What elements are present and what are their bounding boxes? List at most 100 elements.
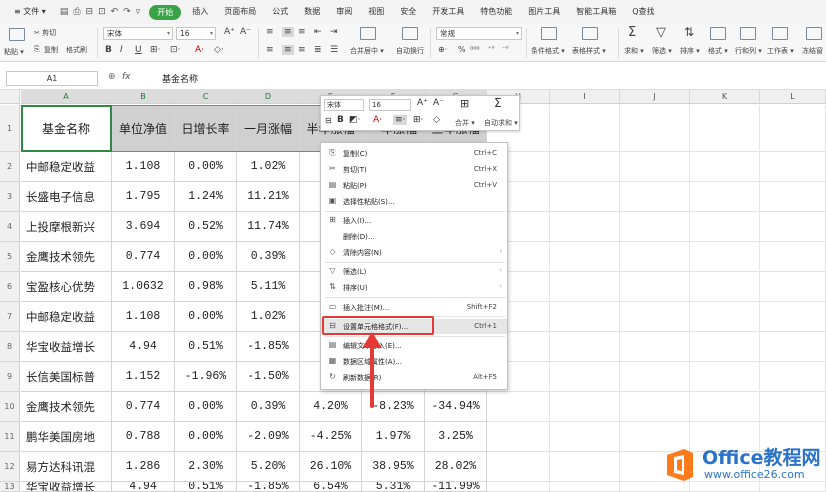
fund-name-cell[interactable]: 长盛电子信息 (21, 182, 112, 212)
table-cell[interactable]: -34.94% (425, 392, 487, 422)
empty-cell[interactable] (760, 182, 826, 212)
align-top-icon[interactable]: ≡ (266, 27, 274, 37)
table-style-button[interactable]: 表格样式 ▾ (572, 46, 606, 56)
header-cell[interactable]: 单位净值 (112, 105, 175, 152)
empty-cell[interactable] (487, 482, 550, 492)
column-header-j[interactable]: J (620, 90, 690, 104)
table-cell[interactable]: 1.152 (112, 362, 175, 392)
table-cell[interactable]: -1.85% (237, 332, 300, 362)
empty-cell[interactable] (620, 152, 690, 182)
empty-cell[interactable] (690, 332, 760, 362)
undo-icon[interactable]: ↶ (111, 7, 119, 17)
fund-name-cell[interactable]: 长信美国标普 (21, 362, 112, 392)
column-header-b[interactable]: B (112, 90, 175, 104)
mini-autosum-button[interactable]: 自动求和 ▾ (484, 118, 518, 128)
zoom-icon[interactable]: ⊕ (108, 72, 116, 82)
tab-developer[interactable]: 开发工具 (424, 0, 472, 24)
filter-icon[interactable]: ▽ (656, 25, 666, 40)
mini-merge-button[interactable]: 合并 ▾ (455, 118, 475, 128)
tab-security[interactable]: 安全 (392, 0, 424, 24)
align-middle-icon[interactable]: ≡ (282, 27, 294, 37)
name-box[interactable]: A1 (6, 71, 98, 86)
fund-name-cell[interactable]: 金鹰技术领先 (21, 242, 112, 272)
mini-border-icon[interactable]: ⊞· (413, 115, 423, 125)
context-menu-item-data-range[interactable]: ▦ 数据区域属性(A)... (321, 354, 507, 369)
comma-icon[interactable]: ⁰⁰⁰ (470, 45, 480, 54)
paste-button[interactable]: 粘贴 ▾ (4, 47, 24, 57)
row-header-5[interactable]: 5 (0, 242, 20, 272)
mini-font-size-select[interactable]: 16 (369, 99, 411, 111)
empty-cell[interactable] (487, 392, 550, 422)
context-menu-item-format-cells[interactable]: ⊟ 设置单元格格式(F)... Ctrl+1 (321, 319, 507, 334)
empty-cell[interactable] (620, 272, 690, 302)
mini-merge-icon[interactable]: ⊞ (460, 97, 469, 110)
table-cell[interactable]: 3.694 (112, 212, 175, 242)
row-header-8[interactable]: 8 (0, 332, 20, 362)
tab-home[interactable]: 开始 (149, 4, 182, 20)
empty-cell[interactable] (760, 272, 826, 302)
context-menu-item-clear[interactable]: ◇ 清除内容(N) › (321, 245, 507, 260)
column-header-l[interactable]: L (760, 90, 826, 104)
fund-name-cell[interactable]: 华宝收益增长 (21, 332, 112, 362)
fund-name-cell[interactable]: 鹏华美国房地 (21, 422, 112, 452)
indent-icon[interactable]: ⇤ (314, 27, 322, 37)
table-cell[interactable]: 0.98% (175, 272, 237, 302)
header-cell[interactable]: 一月涨幅 (237, 105, 300, 152)
row-header-6[interactable]: 6 (0, 272, 20, 302)
context-menu-item-paste-special[interactable]: ▣ 选择性粘贴(S)... (321, 194, 507, 209)
freeze-panes-button[interactable]: 冻结窗 (802, 46, 823, 56)
fund-name-cell[interactable]: 易方达科讯混 (21, 452, 112, 482)
table-cell[interactable]: 5.11% (237, 272, 300, 302)
freeze-panes-icon[interactable] (806, 27, 822, 40)
mini-font-name-select[interactable]: 宋体 (324, 99, 364, 111)
empty-cell[interactable] (550, 422, 620, 452)
empty-cell[interactable] (690, 272, 760, 302)
mini-font-color-icon[interactable]: A· (373, 115, 382, 125)
paste-icon[interactable] (9, 28, 25, 41)
save-icon[interactable]: ▤ (60, 7, 69, 17)
merge-center-button[interactable]: 合并居中 ▾ (350, 46, 384, 56)
empty-cell[interactable] (760, 242, 826, 272)
tab-view[interactable]: 视图 (360, 0, 392, 24)
table-cell[interactable]: 5.31% (362, 482, 425, 492)
cut-button[interactable]: ✂ 剪切 (34, 28, 56, 38)
align-bottom-icon[interactable]: ≡ (298, 27, 306, 37)
column-header-a[interactable]: A (21, 90, 112, 104)
mini-align-center-icon[interactable]: ≡· (393, 115, 408, 125)
mini-bold-icon[interactable]: B (337, 115, 344, 125)
font-grow-icon[interactable]: A⁺ (224, 27, 235, 37)
table-cell[interactable]: 1.108 (112, 152, 175, 182)
empty-cell[interactable] (620, 242, 690, 272)
number-format-select[interactable]: 常规 ▾ (436, 27, 522, 40)
tab-smart-toolbox[interactable]: 智能工具箱 (568, 0, 624, 24)
column-header-k[interactable]: K (690, 90, 760, 104)
empty-cell[interactable] (690, 182, 760, 212)
table-cell[interactable]: -1.85% (237, 482, 300, 492)
row-header-10[interactable]: 10 (0, 392, 20, 422)
conditional-format-button[interactable]: 条件格式 ▾ (531, 46, 565, 56)
worksheet-icon[interactable] (772, 27, 788, 40)
header-cell[interactable]: 日增长率 (175, 105, 237, 152)
table-cell[interactable]: 2.30% (175, 452, 237, 482)
file-menu[interactable]: ≡ 文件 ▾ (6, 0, 54, 24)
percent-icon[interactable]: % (458, 45, 466, 54)
row-header-2[interactable]: 2 (0, 152, 20, 182)
table-cell[interactable]: 4.94 (112, 332, 175, 362)
format-button[interactable]: 格式 ▾ (708, 46, 728, 56)
sum-button[interactable]: 求和 ▾ (624, 46, 644, 56)
tab-page-layout[interactable]: 页面布局 (216, 0, 264, 24)
empty-cell[interactable] (690, 242, 760, 272)
context-menu-item-filter[interactable]: ▽ 筛选(L) › (321, 264, 507, 279)
empty-cell[interactable] (550, 392, 620, 422)
tab-insert[interactable]: 插入 (184, 0, 216, 24)
row-header-12[interactable]: 12 (0, 452, 20, 482)
context-menu-item-text-import[interactable]: ▤ 编辑文本导入(E)... (321, 338, 507, 353)
row-header-1[interactable]: 1 (0, 105, 20, 152)
table-cell[interactable]: 0.00% (175, 422, 237, 452)
wrap-text-icon[interactable] (402, 27, 418, 40)
empty-cell[interactable] (620, 332, 690, 362)
distributed-icon[interactable]: ☰ (330, 45, 338, 55)
table-cell[interactable]: 0.774 (112, 242, 175, 272)
table-cell[interactable]: 1.108 (112, 302, 175, 332)
decimal-decrease-icon[interactable]: ⁻⁰ (502, 45, 509, 53)
